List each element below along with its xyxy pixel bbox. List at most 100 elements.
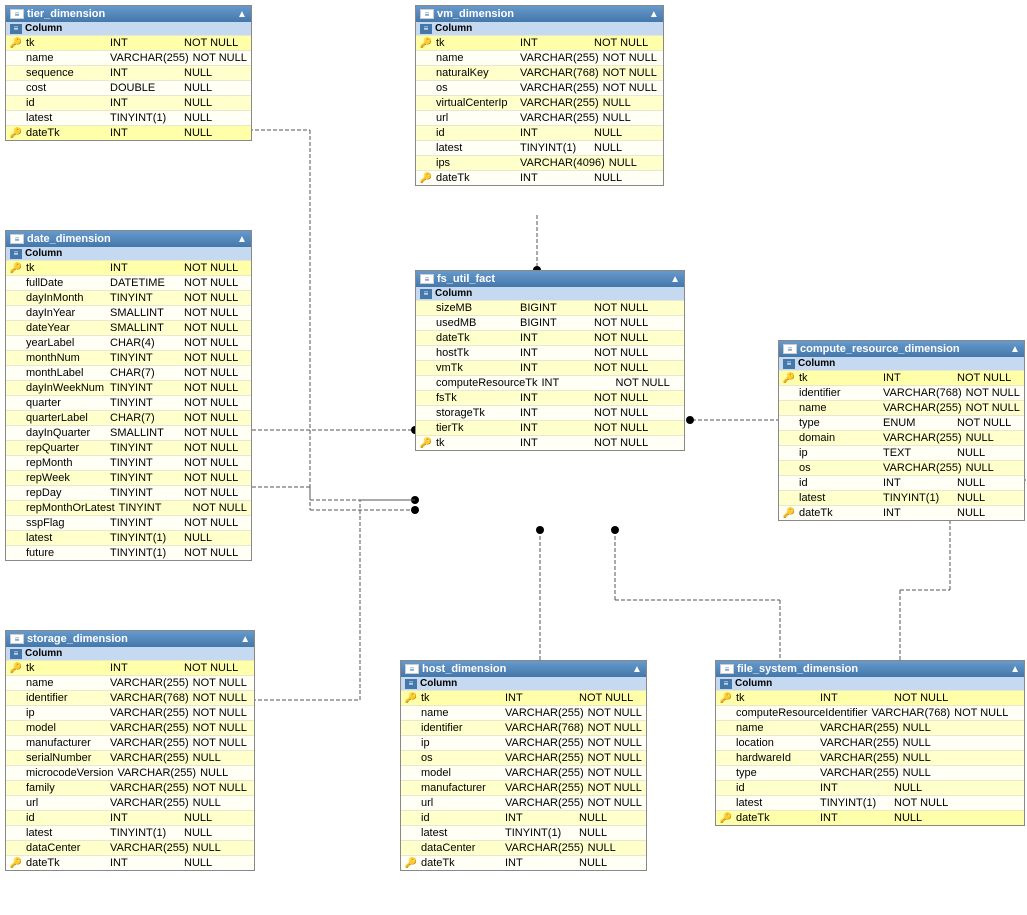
no-pk: [10, 707, 22, 719]
date-dimension-header: date_dimension ▲: [6, 231, 251, 247]
no-pk: [10, 277, 22, 289]
table-row: id INT NULL: [779, 475, 1024, 490]
table-row: 🔑 dateTk INT NULL: [416, 170, 663, 185]
table-row: type VARCHAR(255) NULL: [716, 765, 1024, 780]
no-pk: [783, 447, 795, 459]
table-row: dateYear SMALLINT NOT NULL: [6, 320, 251, 335]
table-row: latest TINYINT(1) NOT NULL: [716, 795, 1024, 810]
table-row: location VARCHAR(255) NULL: [716, 735, 1024, 750]
no-pk: [10, 677, 22, 689]
no-pk: [10, 97, 22, 109]
pk-icon: 🔑: [420, 172, 432, 184]
compute-resource-dimension-col-section: Column: [779, 357, 1024, 370]
no-pk: [405, 737, 417, 749]
fs-util-fact-title: fs_util_fact: [437, 273, 495, 285]
no-pk: [405, 842, 417, 854]
table-header-icon: [720, 664, 734, 674]
table-header-icon: [10, 9, 24, 19]
table-row: serialNumber VARCHAR(255) NULL: [6, 750, 254, 765]
table-row: dayInMonth TINYINT NOT NULL: [6, 290, 251, 305]
no-pk: [405, 782, 417, 794]
tier-dimension-sort: ▲: [237, 9, 247, 20]
table-row: os VARCHAR(255) NULL: [779, 460, 1024, 475]
col-section-label: Column: [798, 358, 835, 369]
table-row: quarterLabel CHAR(7) NOT NULL: [6, 410, 251, 425]
table-row: fsTk INT NOT NULL: [416, 390, 684, 405]
no-pk: [10, 782, 22, 794]
no-pk: [783, 492, 795, 504]
table-row: id INT NULL: [416, 125, 663, 140]
table-row: 🔑 dateTk INT NULL: [401, 855, 646, 870]
no-pk: [405, 797, 417, 809]
file-system-dimension-title: file_system_dimension: [737, 663, 858, 675]
no-pk: [405, 827, 417, 839]
table-row: repWeek TINYINT NOT NULL: [6, 470, 251, 485]
table-row: 🔑 tk INT NOT NULL: [416, 435, 684, 450]
table-row: repQuarter TINYINT NOT NULL: [6, 440, 251, 455]
table-row: hostTk INT NOT NULL: [416, 345, 684, 360]
table-row: virtualCenterIp VARCHAR(255) NULL: [416, 95, 663, 110]
no-pk: [10, 737, 22, 749]
file-system-dimension-col-section: Column: [716, 677, 1024, 690]
storage-dimension-col-section: Column: [6, 647, 254, 660]
table-header-icon: [420, 9, 434, 19]
table-row: url VARCHAR(255) NOT NULL: [401, 795, 646, 810]
table-row: domain VARCHAR(255) NULL: [779, 430, 1024, 445]
no-pk: [10, 532, 22, 544]
table-row: model VARCHAR(255) NOT NULL: [6, 720, 254, 735]
table-row: name VARCHAR(255) NOT NULL: [401, 705, 646, 720]
table-row: sequence INT NULL: [6, 65, 251, 80]
table-row: 🔑 tk INT NOT NULL: [716, 690, 1024, 705]
no-pk: [420, 157, 432, 169]
table-row: identifier VARCHAR(768) NOT NULL: [6, 690, 254, 705]
pk-icon: 🔑: [420, 437, 432, 449]
date-dimension-col-section: Column: [6, 247, 251, 260]
date-dimension-table: date_dimension ▲ Column 🔑 tk INT NOT NUL…: [5, 230, 252, 561]
no-pk: [420, 67, 432, 79]
no-pk: [783, 417, 795, 429]
no-pk: [10, 382, 22, 394]
no-pk: [10, 812, 22, 824]
no-pk: [10, 767, 22, 779]
file-system-dimension-header: file_system_dimension ▲: [716, 661, 1024, 677]
no-pk: [720, 767, 732, 779]
table-row: name VARCHAR(255) NOT NULL: [416, 50, 663, 65]
table-row: 🔑 tk INT NOT NULL: [401, 690, 646, 705]
vm-dimension-title: vm_dimension: [437, 8, 514, 20]
file-system-dimension-sort: ▲: [1010, 664, 1020, 675]
vm-dimension-col-section: Column: [416, 22, 663, 35]
vm-dimension-header: vm_dimension ▲: [416, 6, 663, 22]
pk-icon: 🔑: [783, 372, 795, 384]
table-header-icon: [420, 274, 434, 284]
date-dimension-title: date_dimension: [27, 233, 111, 245]
no-pk: [10, 427, 22, 439]
col-section-label: Column: [25, 248, 62, 259]
col-section-icon: [783, 359, 795, 369]
pk-icon: 🔑: [10, 127, 22, 139]
tier-dimension-header: tier_dimension ▲: [6, 6, 251, 22]
col-section-label: Column: [25, 23, 62, 34]
table-row: computeResourceIdentifier VARCHAR(768) N…: [716, 705, 1024, 720]
no-pk: [420, 422, 432, 434]
host-dimension-table: host_dimension ▲ Column 🔑 tk INT NOT NUL…: [400, 660, 647, 871]
table-row: 🔑 tk INT NOT NULL: [6, 660, 254, 675]
col-section-icon: [420, 24, 432, 34]
table-header-icon: [10, 234, 24, 244]
table-row: 🔑 dateTk INT NULL: [6, 125, 251, 140]
col-section-label: Column: [435, 23, 472, 34]
no-pk: [10, 457, 22, 469]
no-pk: [783, 402, 795, 414]
no-pk: [10, 322, 22, 334]
col-section-icon: [10, 24, 22, 34]
no-pk: [10, 502, 22, 514]
tier-dimension-title: tier_dimension: [27, 8, 105, 20]
no-pk: [783, 387, 795, 399]
table-row: 🔑 tk INT NOT NULL: [6, 35, 251, 50]
no-pk: [10, 722, 22, 734]
table-row: latest TINYINT(1) NULL: [779, 490, 1024, 505]
compute-resource-dimension-title: compute_resource_dimension: [800, 343, 960, 355]
no-pk: [720, 797, 732, 809]
fs-util-fact-sort: ▲: [670, 274, 680, 285]
storage-dimension-sort: ▲: [240, 634, 250, 645]
fs-util-fact-table: fs_util_fact ▲ Column sizeMB BIGINT NOT …: [415, 270, 685, 451]
